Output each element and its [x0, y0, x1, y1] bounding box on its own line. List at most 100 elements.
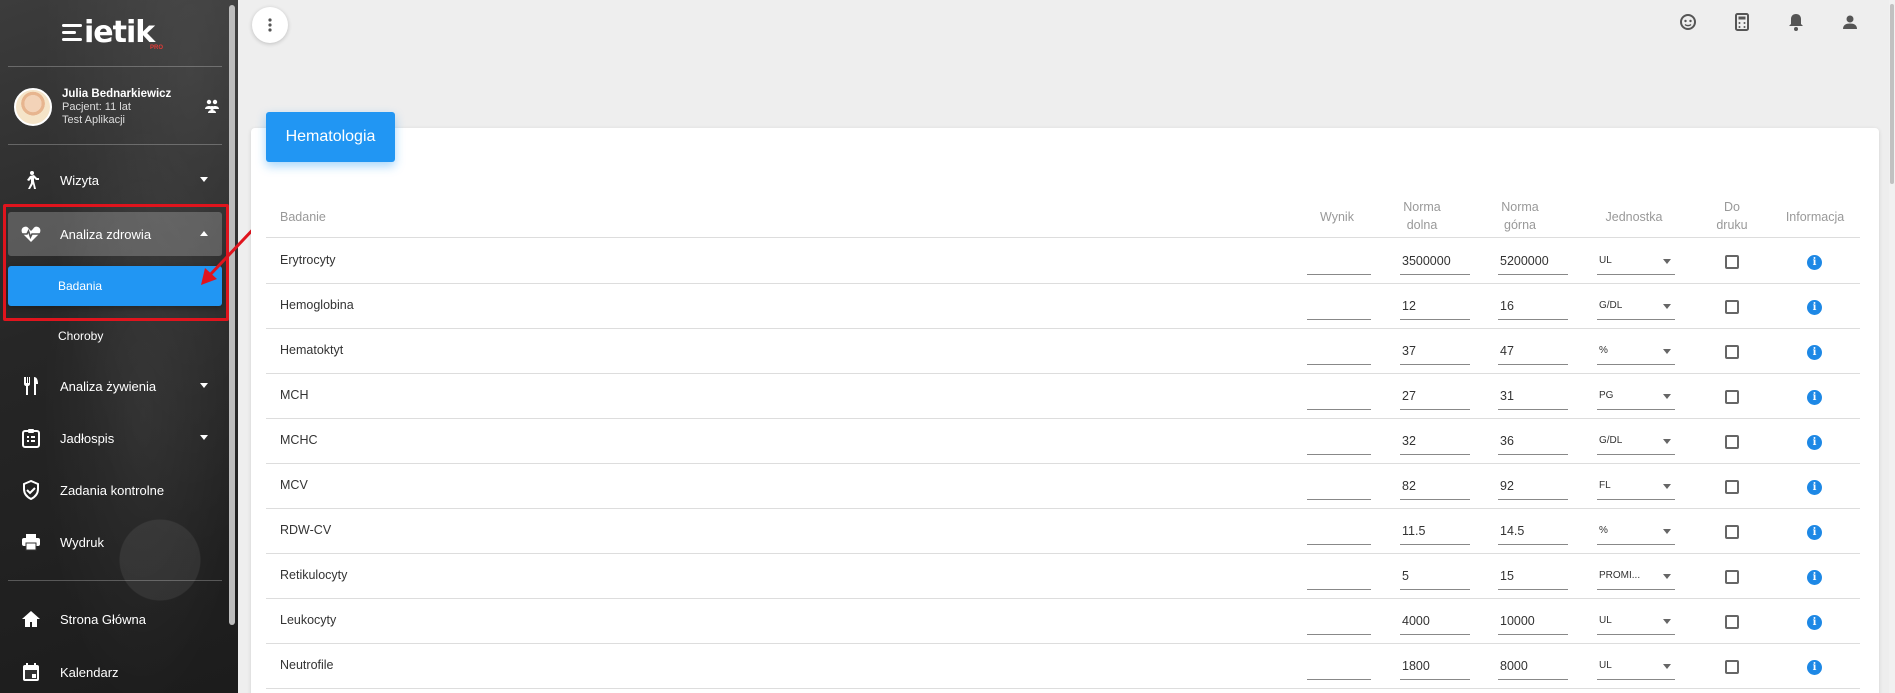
print-checkbox[interactable]: [1725, 615, 1739, 629]
norm-lower-input[interactable]: 5: [1400, 568, 1470, 590]
info-icon[interactable]: i: [1807, 390, 1822, 405]
sidebar-item-wydruk[interactable]: Wydruk: [8, 520, 222, 564]
sidebar-item-jadlospis[interactable]: Jadłospis: [8, 416, 222, 460]
dropdown-arrow-icon: [1663, 349, 1671, 354]
page-scrollbar[interactable]: [1889, 0, 1895, 693]
baby-face-icon[interactable]: [1677, 11, 1699, 33]
norm-lower-input[interactable]: 27: [1400, 388, 1470, 410]
norm-lower-input[interactable]: 4000: [1400, 613, 1470, 635]
sidebar-item-label: Analiza żywienia: [60, 378, 157, 394]
info-icon[interactable]: i: [1807, 615, 1822, 630]
print-checkbox[interactable]: [1725, 660, 1739, 674]
info-icon[interactable]: i: [1807, 300, 1822, 315]
print-checkbox[interactable]: [1725, 570, 1739, 584]
print-checkbox[interactable]: [1725, 300, 1739, 314]
table-header: Badanie Wynik Norma dolna Norma górna Je…: [266, 194, 1860, 238]
info-icon[interactable]: i: [1807, 660, 1822, 675]
unit-select[interactable]: PROMI...: [1597, 568, 1675, 590]
table-row: Hematoktyt 37 47% i: [266, 329, 1860, 374]
test-name: Leukocyty: [280, 613, 337, 627]
col-norma-dolna-line2: dolna: [1406, 218, 1438, 232]
norm-upper-input[interactable]: 15: [1498, 568, 1568, 590]
clipboard-icon: [20, 427, 42, 449]
table-row: Erytrocyty 3500000 5200000 UL i: [266, 239, 1860, 284]
more-vert-icon: [268, 18, 272, 32]
norm-lower-input[interactable]: 37: [1400, 343, 1470, 365]
norm-lower-input[interactable]: 32: [1400, 433, 1470, 455]
unit-value: PG: [1599, 390, 1614, 401]
col-jednostka: Jednostka: [1605, 210, 1663, 224]
info-icon[interactable]: i: [1807, 480, 1822, 495]
unit-select[interactable]: UL: [1597, 658, 1675, 680]
result-input[interactable]: [1307, 298, 1371, 320]
norm-lower-input[interactable]: 11.5: [1400, 523, 1470, 545]
sidebar-divider: [8, 580, 222, 581]
norm-lower-input[interactable]: 1800: [1400, 658, 1470, 680]
sidebar-item-strona-glowna[interactable]: Strona Główna: [8, 597, 222, 641]
unit-select[interactable]: UL: [1597, 613, 1675, 635]
result-input[interactable]: [1307, 433, 1371, 455]
result-input[interactable]: [1307, 613, 1371, 635]
dropdown-arrow-icon: [1663, 259, 1671, 264]
result-input[interactable]: [1307, 568, 1371, 590]
chevron-down-icon: [200, 435, 208, 440]
unit-select[interactable]: FL: [1597, 478, 1675, 500]
result-input[interactable]: [1307, 523, 1371, 545]
print-checkbox[interactable]: [1725, 390, 1739, 404]
norm-upper-input[interactable]: 36: [1498, 433, 1568, 455]
dropdown-arrow-icon: [1663, 529, 1671, 534]
print-checkbox[interactable]: [1725, 255, 1739, 269]
info-icon[interactable]: i: [1807, 255, 1822, 270]
sidebar-item-analiza-zywienia[interactable]: Analiza żywienia: [8, 364, 222, 408]
result-input[interactable]: [1307, 478, 1371, 500]
dropdown-arrow-icon: [1663, 484, 1671, 489]
norm-upper-input[interactable]: 8000: [1498, 658, 1568, 680]
bell-icon[interactable]: [1785, 11, 1807, 33]
norm-lower-input[interactable]: 82: [1400, 478, 1470, 500]
calendar-icon: [20, 661, 42, 683]
unit-select[interactable]: PG: [1597, 388, 1675, 410]
more-menu-button[interactable]: [252, 7, 288, 43]
sidebar-item-zadania-kontrolne[interactable]: Zadania kontrolne: [8, 468, 222, 512]
print-checkbox[interactable]: [1725, 345, 1739, 359]
table-row: Neutrofile 1800 8000 UL i: [266, 644, 1860, 689]
dropdown-arrow-icon: [1663, 574, 1671, 579]
info-icon[interactable]: i: [1807, 435, 1822, 450]
col-do-druku-line2: druku: [1716, 218, 1748, 232]
cutlery-icon: [20, 375, 42, 397]
test-name: MCV: [280, 478, 308, 492]
norm-upper-input[interactable]: 47: [1498, 343, 1568, 365]
col-wynik: Wynik: [1320, 210, 1354, 224]
result-input[interactable]: [1307, 388, 1371, 410]
table-row: Hemoglobina 12 16 G/DL i: [266, 284, 1860, 329]
info-icon[interactable]: i: [1807, 525, 1822, 540]
card-title: Hematologia: [266, 112, 395, 162]
unit-select[interactable]: %: [1597, 523, 1675, 545]
norm-upper-input[interactable]: 5200000: [1498, 253, 1568, 275]
unit-select[interactable]: %: [1597, 343, 1675, 365]
norm-upper-input[interactable]: 16: [1498, 298, 1568, 320]
result-input[interactable]: [1307, 343, 1371, 365]
unit-select[interactable]: G/DL: [1597, 298, 1675, 320]
print-checkbox[interactable]: [1725, 435, 1739, 449]
unit-select[interactable]: G/DL: [1597, 433, 1675, 455]
norm-upper-input[interactable]: 14.5: [1498, 523, 1568, 545]
calculator-icon[interactable]: [1731, 11, 1753, 33]
test-name: Hemoglobina: [280, 298, 354, 312]
info-icon[interactable]: i: [1807, 345, 1822, 360]
result-input[interactable]: [1307, 658, 1371, 680]
norm-upper-input[interactable]: 31: [1498, 388, 1568, 410]
sidebar-item-kalendarz[interactable]: Kalendarz: [8, 650, 222, 693]
norm-upper-input[interactable]: 92: [1498, 478, 1568, 500]
unit-select[interactable]: UL: [1597, 253, 1675, 275]
norm-upper-input[interactable]: 10000: [1498, 613, 1568, 635]
print-checkbox[interactable]: [1725, 525, 1739, 539]
print-checkbox[interactable]: [1725, 480, 1739, 494]
norm-lower-input[interactable]: 3500000: [1400, 253, 1470, 275]
person-icon[interactable]: [1839, 11, 1861, 33]
info-icon[interactable]: i: [1807, 570, 1822, 585]
table-row: MCV 82 92 FL i: [266, 464, 1860, 509]
result-input[interactable]: [1307, 253, 1371, 275]
col-informacja: Informacja: [1785, 210, 1845, 224]
norm-lower-input[interactable]: 12: [1400, 298, 1470, 320]
